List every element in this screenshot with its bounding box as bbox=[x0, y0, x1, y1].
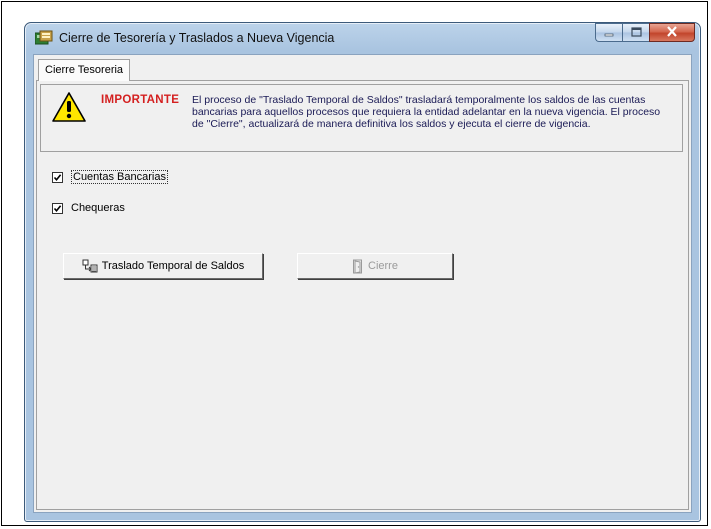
window-title: Cierre de Tesorería y Traslados a Nueva … bbox=[59, 31, 335, 45]
traslado-temporal-label: Traslado Temporal de Saldos bbox=[101, 260, 245, 272]
transfer-icon bbox=[82, 259, 98, 273]
chequeras-label: Chequeras bbox=[71, 202, 125, 214]
cierre-label: Cierre bbox=[368, 260, 398, 272]
maximize-icon bbox=[630, 24, 642, 42]
app-icon bbox=[34, 30, 53, 46]
cuentas-bancarias-checkbox[interactable] bbox=[52, 171, 63, 183]
option-cuentas-bancarias[interactable]: Cuentas Bancarias bbox=[52, 170, 168, 184]
close-button[interactable] bbox=[649, 23, 695, 42]
main-window: Cierre de Tesorería y Traslados a Nueva … bbox=[24, 22, 701, 522]
maximize-button[interactable] bbox=[622, 23, 649, 42]
option-chequeras[interactable]: Chequeras bbox=[52, 202, 125, 214]
caption-buttons bbox=[595, 23, 695, 43]
notice-text: El proceso de "Traslado Temporal de Sald… bbox=[192, 94, 661, 130]
notice-label: IMPORTANTE bbox=[101, 94, 180, 106]
warning-icon bbox=[52, 92, 86, 122]
cierre-button[interactable]: Cierre bbox=[297, 253, 453, 279]
minimize-icon bbox=[604, 24, 614, 42]
checkmark-icon bbox=[53, 173, 62, 181]
minimize-button[interactable] bbox=[595, 23, 622, 42]
title-bar[interactable]: Cierre de Tesorería y Traslados a Nueva … bbox=[25, 23, 700, 53]
traslado-temporal-button[interactable]: Traslado Temporal de Saldos bbox=[63, 253, 263, 279]
notice-box: IMPORTANTE El proceso de "Traslado Tempo… bbox=[40, 84, 683, 152]
window-client-area: Cierre Tesoreria IMPORTANTE El proceso d… bbox=[33, 54, 692, 513]
tab-cierre-tesoreria[interactable]: Cierre Tesoreria bbox=[38, 59, 131, 81]
door-icon bbox=[352, 259, 364, 274]
checkmark-icon bbox=[53, 204, 62, 212]
tab-panel: IMPORTANTE El proceso de "Traslado Tempo… bbox=[36, 80, 689, 510]
cuentas-bancarias-label: Cuentas Bancarias bbox=[71, 170, 168, 184]
chequeras-checkbox[interactable] bbox=[52, 202, 63, 214]
close-icon bbox=[666, 24, 678, 42]
